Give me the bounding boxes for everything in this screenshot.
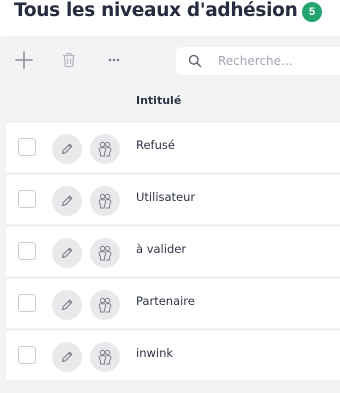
row-label: Utilisateur	[136, 190, 196, 204]
search-box[interactable]	[176, 47, 340, 75]
edit-button[interactable]	[52, 290, 82, 320]
pencil-icon	[61, 143, 73, 155]
table-body: Refusé Utilisateur à valider Partenaire …	[6, 123, 340, 383]
members-button[interactable]	[90, 134, 120, 164]
table-row[interactable]: inwink	[6, 331, 340, 380]
edit-button[interactable]	[52, 134, 82, 164]
edit-button[interactable]	[52, 238, 82, 268]
users-icon	[98, 193, 112, 209]
users-icon	[98, 141, 112, 157]
members-button[interactable]	[90, 186, 120, 216]
pencil-icon	[61, 351, 73, 363]
members-button[interactable]	[90, 238, 120, 268]
pencil-icon	[61, 247, 73, 259]
row-label: Partenaire	[136, 294, 195, 308]
users-icon	[98, 297, 112, 313]
row-checkbox[interactable]	[18, 138, 36, 156]
members-button[interactable]	[90, 342, 120, 372]
ellipsis-icon	[108, 58, 120, 62]
members-button[interactable]	[90, 290, 120, 320]
membership-levels-panel: Intitulé Refusé	[0, 37, 340, 393]
delete-button[interactable]	[55, 47, 83, 73]
pencil-icon	[61, 195, 73, 207]
table-row[interactable]: à valider	[6, 227, 340, 276]
search-icon	[188, 54, 202, 68]
pencil-icon	[61, 299, 73, 311]
search-input[interactable]	[218, 51, 338, 71]
row-checkbox[interactable]	[18, 242, 36, 260]
plus-icon	[15, 51, 33, 69]
row-label: inwink	[136, 346, 174, 360]
page-title: Tous les niveaux d'adhésion	[14, 0, 298, 21]
title-bar: Tous les niveaux d'adhésion 5	[0, 0, 340, 36]
table-row[interactable]: Utilisateur	[6, 175, 340, 224]
users-icon	[98, 245, 112, 261]
trash-icon	[63, 52, 75, 68]
toolbar	[0, 37, 340, 85]
column-header-intitule[interactable]: Intitulé	[136, 94, 181, 107]
row-checkbox[interactable]	[18, 346, 36, 364]
edit-button[interactable]	[52, 186, 82, 216]
edit-button[interactable]	[52, 342, 82, 372]
table-row[interactable]: Refusé	[6, 123, 340, 172]
table-row[interactable]: Partenaire	[6, 279, 340, 328]
row-label: Refusé	[136, 138, 175, 152]
row-label: à valider	[136, 242, 187, 256]
more-options-button[interactable]	[100, 47, 128, 73]
count-badge: 5	[302, 2, 322, 22]
add-button[interactable]	[10, 47, 38, 73]
users-icon	[98, 349, 112, 365]
row-checkbox[interactable]	[18, 190, 36, 208]
row-checkbox[interactable]	[18, 294, 36, 312]
